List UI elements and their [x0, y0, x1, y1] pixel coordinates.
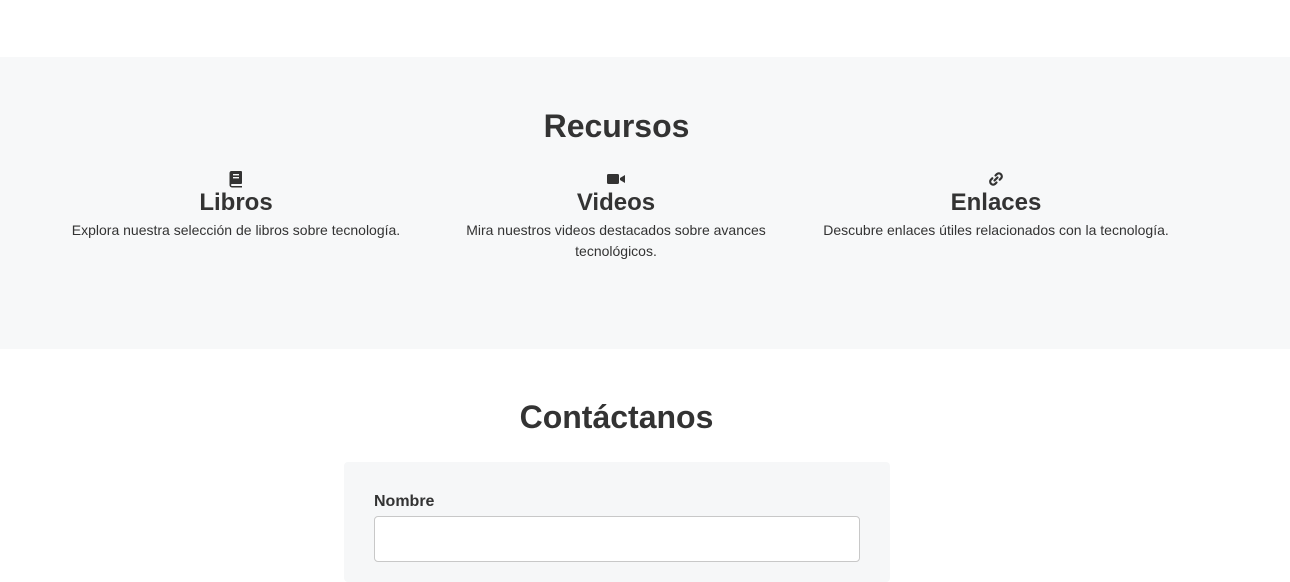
- resources-section: Recursos Libros Explora nuestra selecció…: [0, 57, 1290, 349]
- link-icon: [986, 170, 1006, 190]
- resource-desc-videos: Mira nuestros videos destacados sobre av…: [466, 222, 766, 259]
- name-label: Nombre: [374, 493, 435, 510]
- book-icon: [226, 170, 246, 190]
- resource-desc-libros: Explora nuestra selección de libros sobr…: [71, 222, 401, 238]
- top-spacer: [0, 0, 1290, 57]
- resource-card-videos: Videos Mira nuestros videos destacados s…: [446, 170, 786, 262]
- video-camera-icon: [606, 170, 626, 190]
- resource-title-videos: Videos: [576, 189, 656, 216]
- contact-form: Nombre: [344, 462, 890, 582]
- name-field[interactable]: [374, 516, 860, 562]
- resources-title: Recursos: [543, 108, 690, 144]
- resource-card-enlaces: Enlaces Descubre enlaces útiles relacion…: [816, 170, 1176, 241]
- resource-title-libros: Libros: [199, 189, 273, 216]
- resource-card-libros: Libros Explora nuestra selección de libr…: [56, 170, 416, 241]
- resource-desc-enlaces: Descubre enlaces útiles relacionados con…: [823, 222, 1169, 238]
- contact-title: Contáctanos: [519, 399, 714, 435]
- resource-title-enlaces: Enlaces: [950, 189, 1042, 216]
